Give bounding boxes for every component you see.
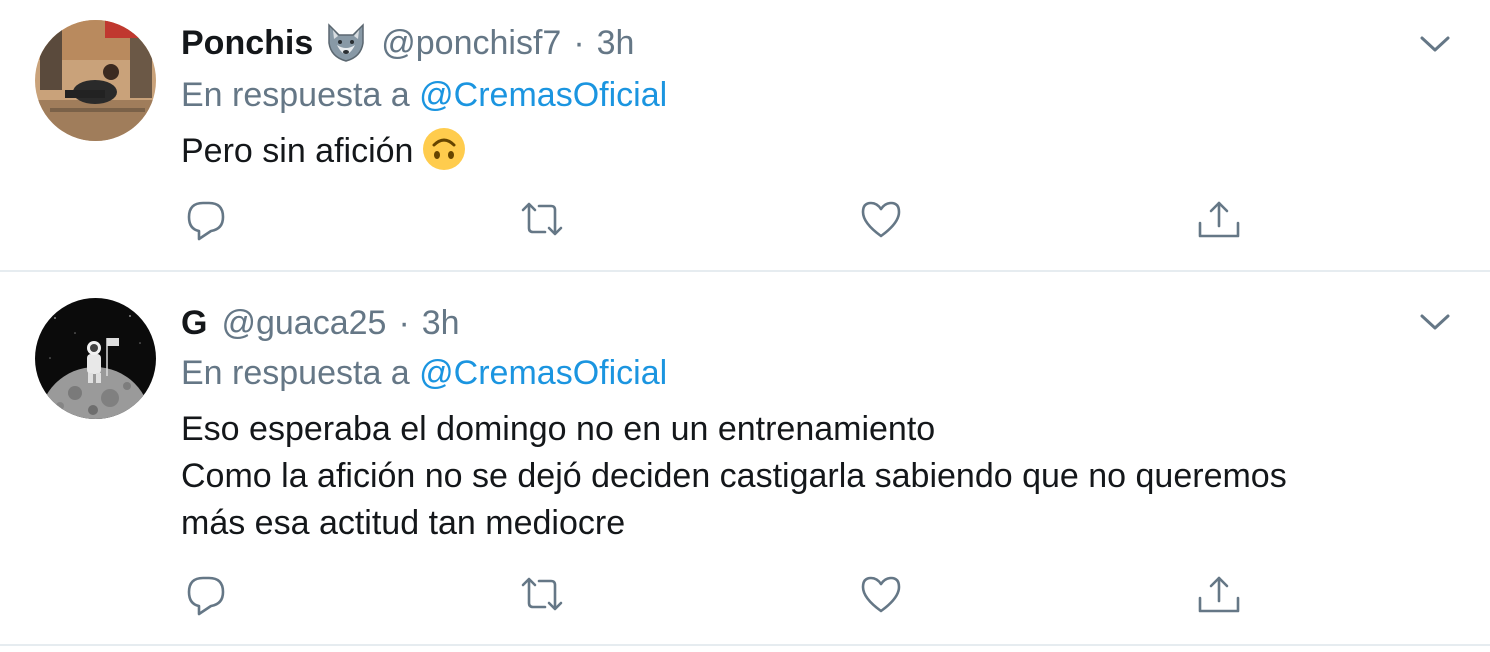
tweet-text-line: más esa actitud tan mediocre xyxy=(181,504,626,542)
reply-prefix: En respuesta a xyxy=(181,354,410,392)
like-icon[interactable] xyxy=(858,571,904,617)
tweet-text: Pero sin afición xyxy=(181,126,1441,175)
tweet-text-content: Pero sin afición xyxy=(181,132,414,170)
tweet-text: Eso esperaba el domingo no en un entrena… xyxy=(181,406,1441,547)
share-icon[interactable] xyxy=(1196,571,1242,617)
reply-prefix: En respuesta a xyxy=(181,76,410,114)
tweet-actions xyxy=(181,571,1261,621)
tweet-header: Ponchis @ponchisf7 · 3h xyxy=(181,18,634,68)
reply-icon[interactable] xyxy=(183,571,229,617)
reply-context: En respuesta a @CremasOficial xyxy=(181,76,667,115)
user-handle[interactable]: @guaca25 xyxy=(221,304,386,343)
timestamp[interactable]: 3h xyxy=(422,304,460,343)
retweet-icon[interactable] xyxy=(519,571,565,617)
like-icon[interactable] xyxy=(858,196,904,242)
avatar[interactable] xyxy=(35,298,156,419)
reply-mention-link[interactable]: @CremasOficial xyxy=(419,354,667,392)
chevron-down-icon[interactable] xyxy=(1418,33,1452,55)
reply-mention-link[interactable]: @CremasOficial xyxy=(419,76,667,114)
tweet-actions xyxy=(181,196,1261,246)
tweet-text-line: Pero sin afición xyxy=(181,126,1441,175)
reply-icon[interactable] xyxy=(183,196,229,242)
tweet[interactable]: Ponchis @ponchisf7 · 3h En respuesta a @… xyxy=(0,0,1490,272)
share-icon[interactable] xyxy=(1196,196,1242,242)
tweet[interactable]: G @guaca25 · 3h En respuesta a @CremasOf… xyxy=(0,272,1490,646)
separator-dot: · xyxy=(398,303,410,342)
tweet-text-line: Como la afición no se dejó deciden casti… xyxy=(181,457,1287,495)
upside-down-face-emoji-icon xyxy=(421,126,467,172)
user-handle[interactable]: @ponchisf7 xyxy=(381,24,561,63)
tweet-text-line: Eso esperaba el domingo no en un entrena… xyxy=(181,410,936,448)
timestamp[interactable]: 3h xyxy=(597,24,635,63)
display-name[interactable]: Ponchis xyxy=(181,24,313,63)
avatar[interactable] xyxy=(35,20,156,141)
separator-dot: · xyxy=(573,23,585,62)
tweet-header: G @guaca25 · 3h xyxy=(181,298,460,348)
display-name[interactable]: G xyxy=(181,304,207,343)
reply-context: En respuesta a @CremasOficial xyxy=(181,354,667,393)
wolf-emoji-icon xyxy=(325,23,367,63)
chevron-down-icon[interactable] xyxy=(1418,311,1452,333)
retweet-icon[interactable] xyxy=(519,196,565,242)
